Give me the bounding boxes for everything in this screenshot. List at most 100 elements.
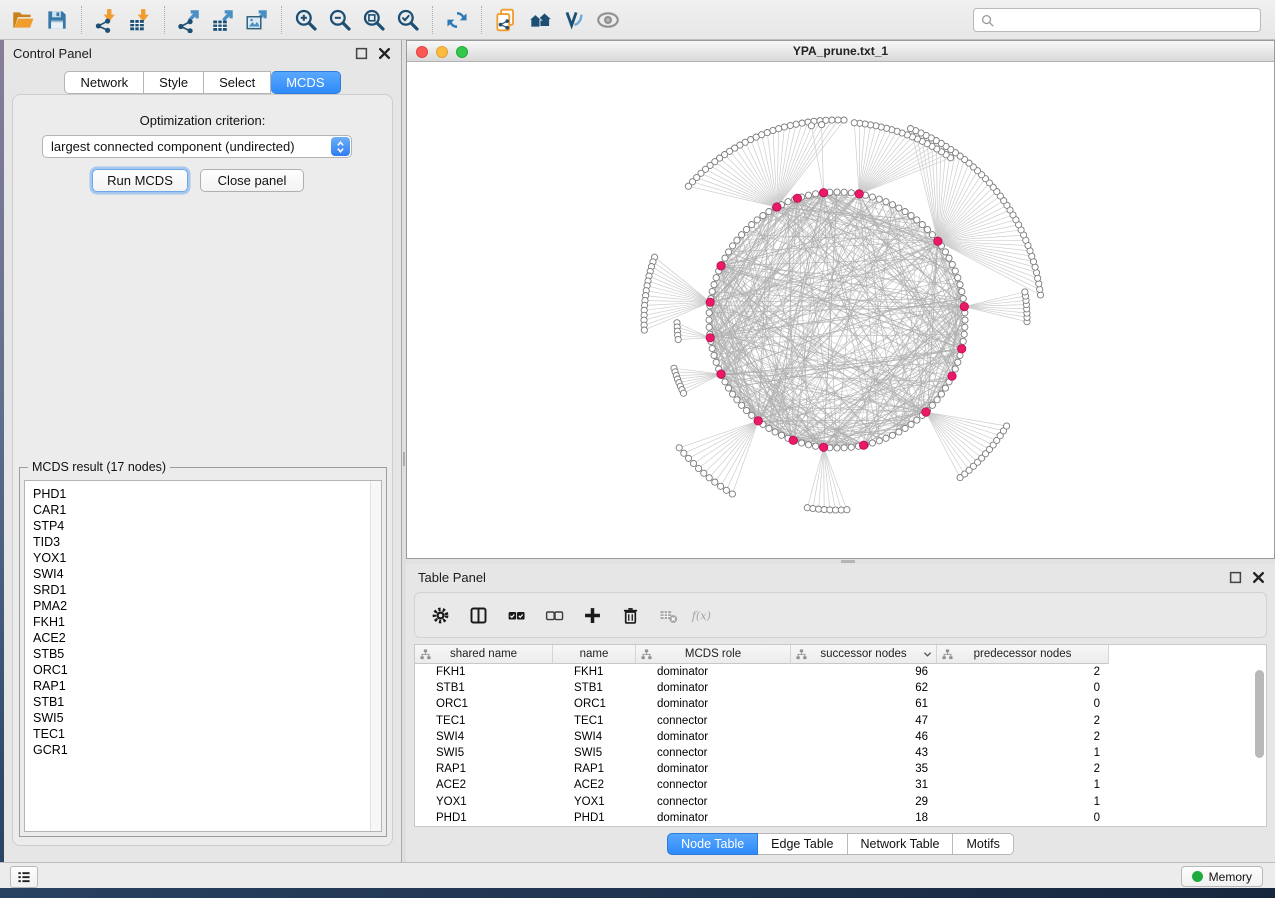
control-panel-title: Control Panel <box>13 46 92 61</box>
zoom-fit-icon <box>361 7 387 33</box>
tab-style[interactable]: Style <box>144 71 204 94</box>
mcds-result-item[interactable]: YOX1 <box>33 550 381 566</box>
mcds-tab-content: Optimization criterion: largest connecte… <box>12 94 393 846</box>
float-table-panel-icon[interactable] <box>1229 571 1242 584</box>
table-cell: 1 <box>937 745 1109 761</box>
task-history-button[interactable] <box>10 866 38 888</box>
column-header-name[interactable]: name <box>553 645 636 664</box>
toggle-graphics-details-button[interactable] <box>557 4 591 36</box>
mcds-result-item[interactable]: TEC1 <box>33 726 381 742</box>
show-column-button[interactable] <box>463 599 493 631</box>
table-cell: dominator <box>636 696 791 712</box>
deselect-all-checkboxes-button[interactable] <box>539 599 569 631</box>
refresh-button[interactable] <box>440 4 474 36</box>
table-row[interactable]: SWI5SWI5connector431 <box>415 745 1266 761</box>
table-scrollbar[interactable] <box>1254 666 1265 824</box>
close-panel-icon[interactable] <box>378 47 391 60</box>
column-header-shared-name[interactable]: shared name <box>415 645 553 664</box>
table-panel-title: Table Panel <box>418 570 486 585</box>
mcds-button-row: Run MCDS Close panel <box>13 169 392 193</box>
tab-network[interactable]: Network <box>64 71 144 94</box>
import-network-button[interactable] <box>89 4 123 36</box>
memory-button[interactable]: Memory <box>1181 866 1263 887</box>
new-network-from-selection-button[interactable] <box>489 4 523 36</box>
table-row[interactable]: FKH1FKH1dominator962 <box>415 664 1266 680</box>
mcds-result-item[interactable]: FKH1 <box>33 614 381 630</box>
select-all-checkboxes-button[interactable] <box>501 599 531 631</box>
close-panel-button[interactable]: Close panel <box>200 169 304 192</box>
export-image-button[interactable] <box>240 4 274 36</box>
network-canvas[interactable] <box>407 62 1274 558</box>
mcds-result-item[interactable]: SWI4 <box>33 566 381 582</box>
mcds-result-item[interactable]: GCR1 <box>33 742 381 758</box>
table-cell: dominator <box>636 664 791 680</box>
mcds-result-item[interactable]: ACE2 <box>33 630 381 646</box>
open-file-icon <box>10 7 36 33</box>
window-minimize-button[interactable] <box>436 46 448 58</box>
show-hide-eye-button[interactable] <box>591 4 625 36</box>
table-row[interactable]: ORC1ORC1dominator610 <box>415 696 1266 712</box>
table-row[interactable]: TEC1TEC1connector472 <box>415 713 1266 729</box>
first-neighbors-icon <box>527 7 553 33</box>
save-session-button[interactable] <box>40 4 74 36</box>
open-file-button[interactable] <box>6 4 40 36</box>
export-network-button[interactable] <box>172 4 206 36</box>
svg-text:f(x): f(x) <box>691 609 711 622</box>
window-close-button[interactable] <box>416 46 428 58</box>
mcds-result-item[interactable]: CAR1 <box>33 502 381 518</box>
mcds-result-item[interactable]: STB5 <box>33 646 381 662</box>
tab-network-table[interactable]: Network Table <box>848 833 954 855</box>
add-column-button[interactable] <box>577 599 607 631</box>
mcds-result-item[interactable]: SRD1 <box>33 582 381 598</box>
tab-node-table[interactable]: Node Table <box>667 833 758 855</box>
column-header-MCDS-role[interactable]: MCDS role <box>636 645 791 664</box>
tab-mcds[interactable]: MCDS <box>271 71 340 94</box>
mcds-result-item[interactable]: PHD1 <box>33 486 381 502</box>
zoom-out-button[interactable] <box>323 4 357 36</box>
table-row[interactable]: YOX1YOX1connector291 <box>415 794 1266 810</box>
table-row[interactable]: PHD1PHD1dominator180 <box>415 810 1266 826</box>
window-maximize-button[interactable] <box>456 46 468 58</box>
criterion-select[interactable]: largest connected component (undirected) <box>42 135 352 158</box>
zoom-selected-button[interactable] <box>391 4 425 36</box>
table-row[interactable]: SWI4SWI4dominator462 <box>415 729 1266 745</box>
table-cell: SWI5 <box>415 745 553 761</box>
table-cell: connector <box>636 794 791 810</box>
mcds-result-item[interactable]: PMA2 <box>33 598 381 614</box>
column-header-predecessor-nodes[interactable]: predecessor nodes <box>937 645 1109 664</box>
import-table-button[interactable] <box>123 4 157 36</box>
float-panel-icon[interactable] <box>355 47 368 60</box>
table-scrollbar-thumb[interactable] <box>1255 670 1264 758</box>
table-row[interactable]: ACE2ACE2connector311 <box>415 777 1266 793</box>
first-neighbors-button[interactable] <box>523 4 557 36</box>
table-tabs: Node TableEdge TableNetwork TableMotifs <box>406 833 1275 855</box>
table-settings-gear-button[interactable] <box>425 599 455 631</box>
table-cell: dominator <box>636 810 791 826</box>
close-table-panel-icon[interactable] <box>1252 571 1265 584</box>
zoom-in-button[interactable] <box>289 4 323 36</box>
tab-motifs[interactable]: Motifs <box>953 833 1013 855</box>
mcds-result-item[interactable]: TID3 <box>33 534 381 550</box>
delete-table-button <box>653 599 683 631</box>
column-header-successor-nodes[interactable]: successor nodes <box>791 645 937 664</box>
mcds-result-item[interactable]: ORC1 <box>33 662 381 678</box>
search-input[interactable] <box>999 10 1254 30</box>
tab-select[interactable]: Select <box>204 71 271 94</box>
table-row[interactable]: RAP1RAP1dominator352 <box>415 761 1266 777</box>
mcds-result-title: MCDS result (17 nodes) <box>28 460 170 474</box>
table-cell: dominator <box>636 680 791 696</box>
table-cell: TEC1 <box>553 713 636 729</box>
run-mcds-button[interactable]: Run MCDS <box>92 169 188 192</box>
mcds-result-item[interactable]: STP4 <box>33 518 381 534</box>
zoom-fit-button[interactable] <box>357 4 391 36</box>
main-toolbar <box>0 0 1275 40</box>
mcds-result-item[interactable]: STB1 <box>33 694 381 710</box>
delete-column-trash-button[interactable] <box>615 599 645 631</box>
table-cell: dominator <box>636 729 791 745</box>
mcds-list-scrollbar[interactable] <box>370 481 381 831</box>
table-row[interactable]: STB1STB1dominator620 <box>415 680 1266 696</box>
export-table-button[interactable] <box>206 4 240 36</box>
mcds-result-item[interactable]: RAP1 <box>33 678 381 694</box>
tab-edge-table[interactable]: Edge Table <box>758 833 847 855</box>
mcds-result-item[interactable]: SWI5 <box>33 710 381 726</box>
